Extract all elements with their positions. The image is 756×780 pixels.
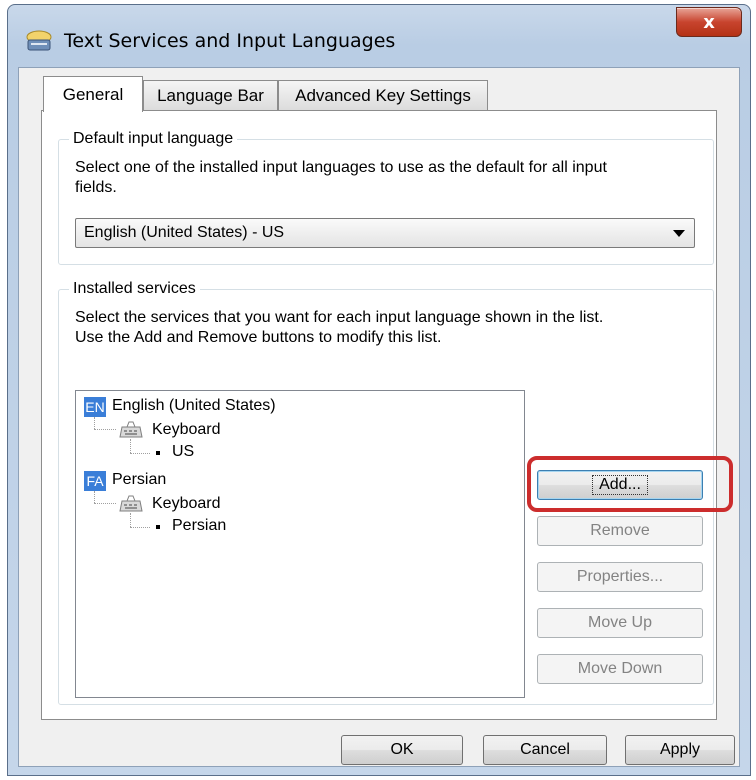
general-tab-panel: Default input language Select one of the… (41, 110, 733, 720)
installed-services-tree[interactable]: EN English (United States) Keyboard US F… (75, 390, 525, 698)
installed-services-group: Installed services Select the services t… (58, 279, 733, 705)
keyboard-icon (119, 421, 143, 438)
tree-connector (130, 439, 131, 453)
move-down-button[interactable]: Move Down (537, 654, 703, 684)
add-button[interactable]: Add... (537, 470, 703, 500)
apply-button-label: Apply (659, 741, 701, 758)
dialog-window: Text Services and Input Languages x Gene… (7, 4, 751, 776)
ok-button[interactable]: OK (341, 735, 463, 765)
properties-button[interactable]: Properties... (537, 562, 703, 592)
cancel-button-label: Cancel (520, 741, 570, 758)
close-button[interactable]: x (676, 7, 742, 37)
tree-connector (94, 503, 116, 504)
title-bar[interactable]: Text Services and Input Languages x (8, 5, 750, 65)
close-icon: x (703, 11, 715, 33)
text-services-icon (26, 30, 52, 51)
default-input-description-line2: fields. (75, 179, 117, 196)
bullet-icon (156, 525, 160, 529)
tab-label: General (62, 84, 124, 104)
move-down-button-label: Move Down (577, 660, 663, 677)
tree-item-english[interactable]: English (United States) (112, 397, 276, 415)
installed-services-description-line2: Use the Add and Remove buttons to modify… (75, 329, 442, 346)
lang-badge-fa: FA (84, 471, 106, 491)
tree-connector (130, 527, 150, 528)
keyboard-icon (119, 495, 143, 512)
add-button-label: Add... (592, 475, 648, 495)
default-input-description-line1: Select one of the installed input langua… (75, 159, 607, 176)
tab-advanced-key-settings[interactable]: Advanced Key Settings (278, 80, 488, 110)
tree-connector (94, 491, 95, 503)
tree-connector (94, 429, 116, 430)
tree-item-persian[interactable]: Persian (112, 471, 166, 489)
dropdown-selected-value: English (United States) - US (84, 224, 285, 241)
tree-item-english-us-layout[interactable]: US (172, 443, 194, 461)
remove-button[interactable]: Remove (537, 516, 703, 546)
tree-connector (94, 417, 95, 429)
tree-connector (130, 453, 150, 454)
ok-button-label: OK (390, 741, 414, 758)
dropdown-arrow-icon[interactable] (673, 230, 685, 237)
tree-item-persian-layout[interactable]: Persian (172, 517, 226, 535)
window-title: Text Services and Input Languages (64, 30, 396, 52)
lang-badge-en: EN (84, 397, 106, 417)
bullet-icon (156, 451, 160, 455)
tree-item-english-keyboard[interactable]: Keyboard (152, 421, 221, 439)
default-input-language-group: Default input language Select one of the… (58, 129, 714, 265)
remove-button-label: Remove (590, 522, 650, 539)
cancel-button[interactable]: Cancel (483, 735, 607, 765)
default-input-language-label: Default input language (69, 129, 238, 149)
dialog-client-area: General Language Bar Advanced Key Settin… (18, 67, 740, 767)
default-input-language-dropdown[interactable]: English (United States) - US (75, 218, 695, 248)
tree-connector (130, 513, 131, 527)
move-up-button-label: Move Up (587, 614, 653, 631)
tab-label: Advanced Key Settings (295, 85, 471, 105)
move-up-button[interactable]: Move Up (537, 608, 703, 638)
apply-button[interactable]: Apply (625, 735, 735, 765)
tab-general[interactable]: General (43, 76, 143, 112)
tab-language-bar[interactable]: Language Bar (143, 80, 278, 110)
installed-services-description-line1: Select the services that you want for ea… (75, 309, 604, 326)
tab-label: Language Bar (157, 85, 264, 105)
tree-item-persian-keyboard[interactable]: Keyboard (152, 495, 221, 513)
properties-button-label: Properties... (576, 568, 664, 585)
installed-services-label: Installed services (69, 279, 200, 299)
